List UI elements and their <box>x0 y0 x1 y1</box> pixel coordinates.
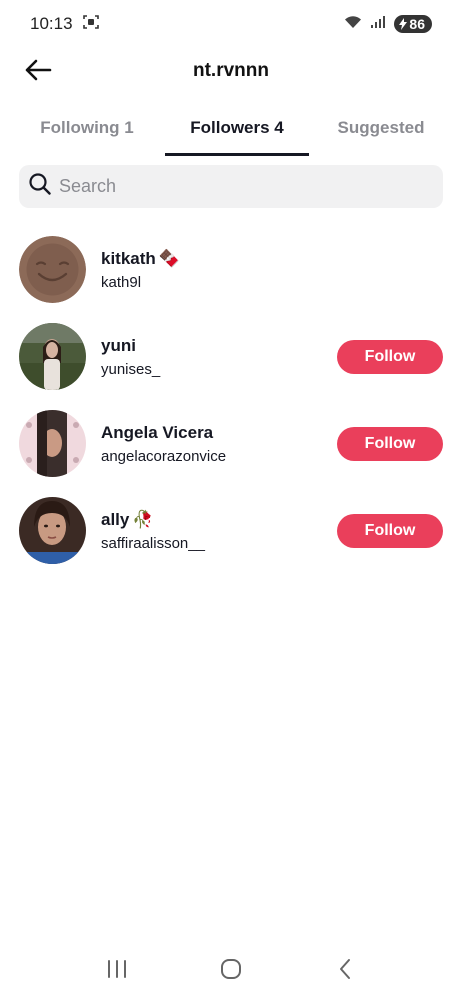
user-info: yuni yunises_ <box>101 336 160 378</box>
follow-button[interactable]: Follow <box>337 513 443 548</box>
signal-icon <box>370 14 386 34</box>
system-nav-bar <box>0 946 462 996</box>
wilted-rose-emoji: 🥀 <box>132 509 154 529</box>
recents-icon <box>106 959 128 984</box>
username: angelacorazonvice <box>101 447 227 465</box>
display-name: ally 🥀 <box>101 510 205 530</box>
avatar[interactable] <box>19 323 86 390</box>
status-left: 10:13 <box>30 14 99 35</box>
avatar[interactable] <box>19 410 86 477</box>
status-time: 10:13 <box>30 14 73 33</box>
follow-button[interactable]: Follow <box>337 426 443 461</box>
screen: 10:13 86 nt.rvnnn Following 1 Followers … <box>0 0 462 1000</box>
display-name-text: Angela Vicera <box>101 422 214 442</box>
screenshot-icon <box>82 14 99 35</box>
tab-bar: Following 1 Followers 4 Suggested <box>0 106 462 156</box>
search-bar[interactable] <box>19 165 443 208</box>
header: nt.rvnnn <box>0 48 462 94</box>
follow-button[interactable]: Follow <box>337 339 443 374</box>
list-item[interactable]: ally 🥀 saffiraalisson__ Follow <box>0 487 462 574</box>
status-right: 86 <box>344 14 432 34</box>
back-icon <box>338 958 352 985</box>
display-name: yuni <box>101 336 160 356</box>
avatar[interactable] <box>19 236 86 303</box>
back-nav-button[interactable] <box>325 951 365 991</box>
page-title: nt.rvnnn <box>193 60 269 81</box>
user-info: Angela Vicera angelacorazonvice <box>101 423 226 465</box>
arrow-left-icon <box>24 58 52 87</box>
wifi-icon <box>344 14 362 34</box>
search-input[interactable] <box>59 176 419 197</box>
display-name: kitkath 🍫 <box>101 249 180 269</box>
username: yunises_ <box>101 360 161 378</box>
display-name-text: yuni <box>101 335 136 355</box>
back-button[interactable] <box>22 56 54 88</box>
user-info: kitkath 🍫 kath9l <box>101 249 180 291</box>
chocolate-emoji: 🍫 <box>158 248 180 268</box>
display-name-text: ally <box>101 509 130 529</box>
display-name: Angela Vicera <box>101 423 226 443</box>
avatar[interactable] <box>19 497 86 564</box>
battery-charging-icon: 86 <box>394 15 432 33</box>
tab-following[interactable]: Following 1 <box>16 106 158 156</box>
followers-list: kitkath 🍫 kath9l yuni yunises_ Follow An… <box>0 226 462 574</box>
battery-level: 86 <box>409 16 425 32</box>
username: saffiraalisson__ <box>101 534 205 552</box>
list-item[interactable]: Angela Vicera angelacorazonvice Follow <box>0 400 462 487</box>
tab-followers[interactable]: Followers 4 <box>165 106 309 156</box>
username: kath9l <box>101 273 142 291</box>
recents-button[interactable] <box>97 951 137 991</box>
status-bar: 10:13 86 <box>0 0 462 48</box>
list-item[interactable]: kitkath 🍫 kath9l <box>0 226 462 313</box>
list-item[interactable]: yuni yunises_ Follow <box>0 313 462 400</box>
search-icon <box>29 173 51 200</box>
display-name-text: kitkath <box>101 248 156 268</box>
home-button[interactable] <box>211 951 251 991</box>
tab-suggested[interactable]: Suggested <box>316 106 446 156</box>
user-info: ally 🥀 saffiraalisson__ <box>101 510 205 552</box>
home-icon <box>220 958 242 985</box>
